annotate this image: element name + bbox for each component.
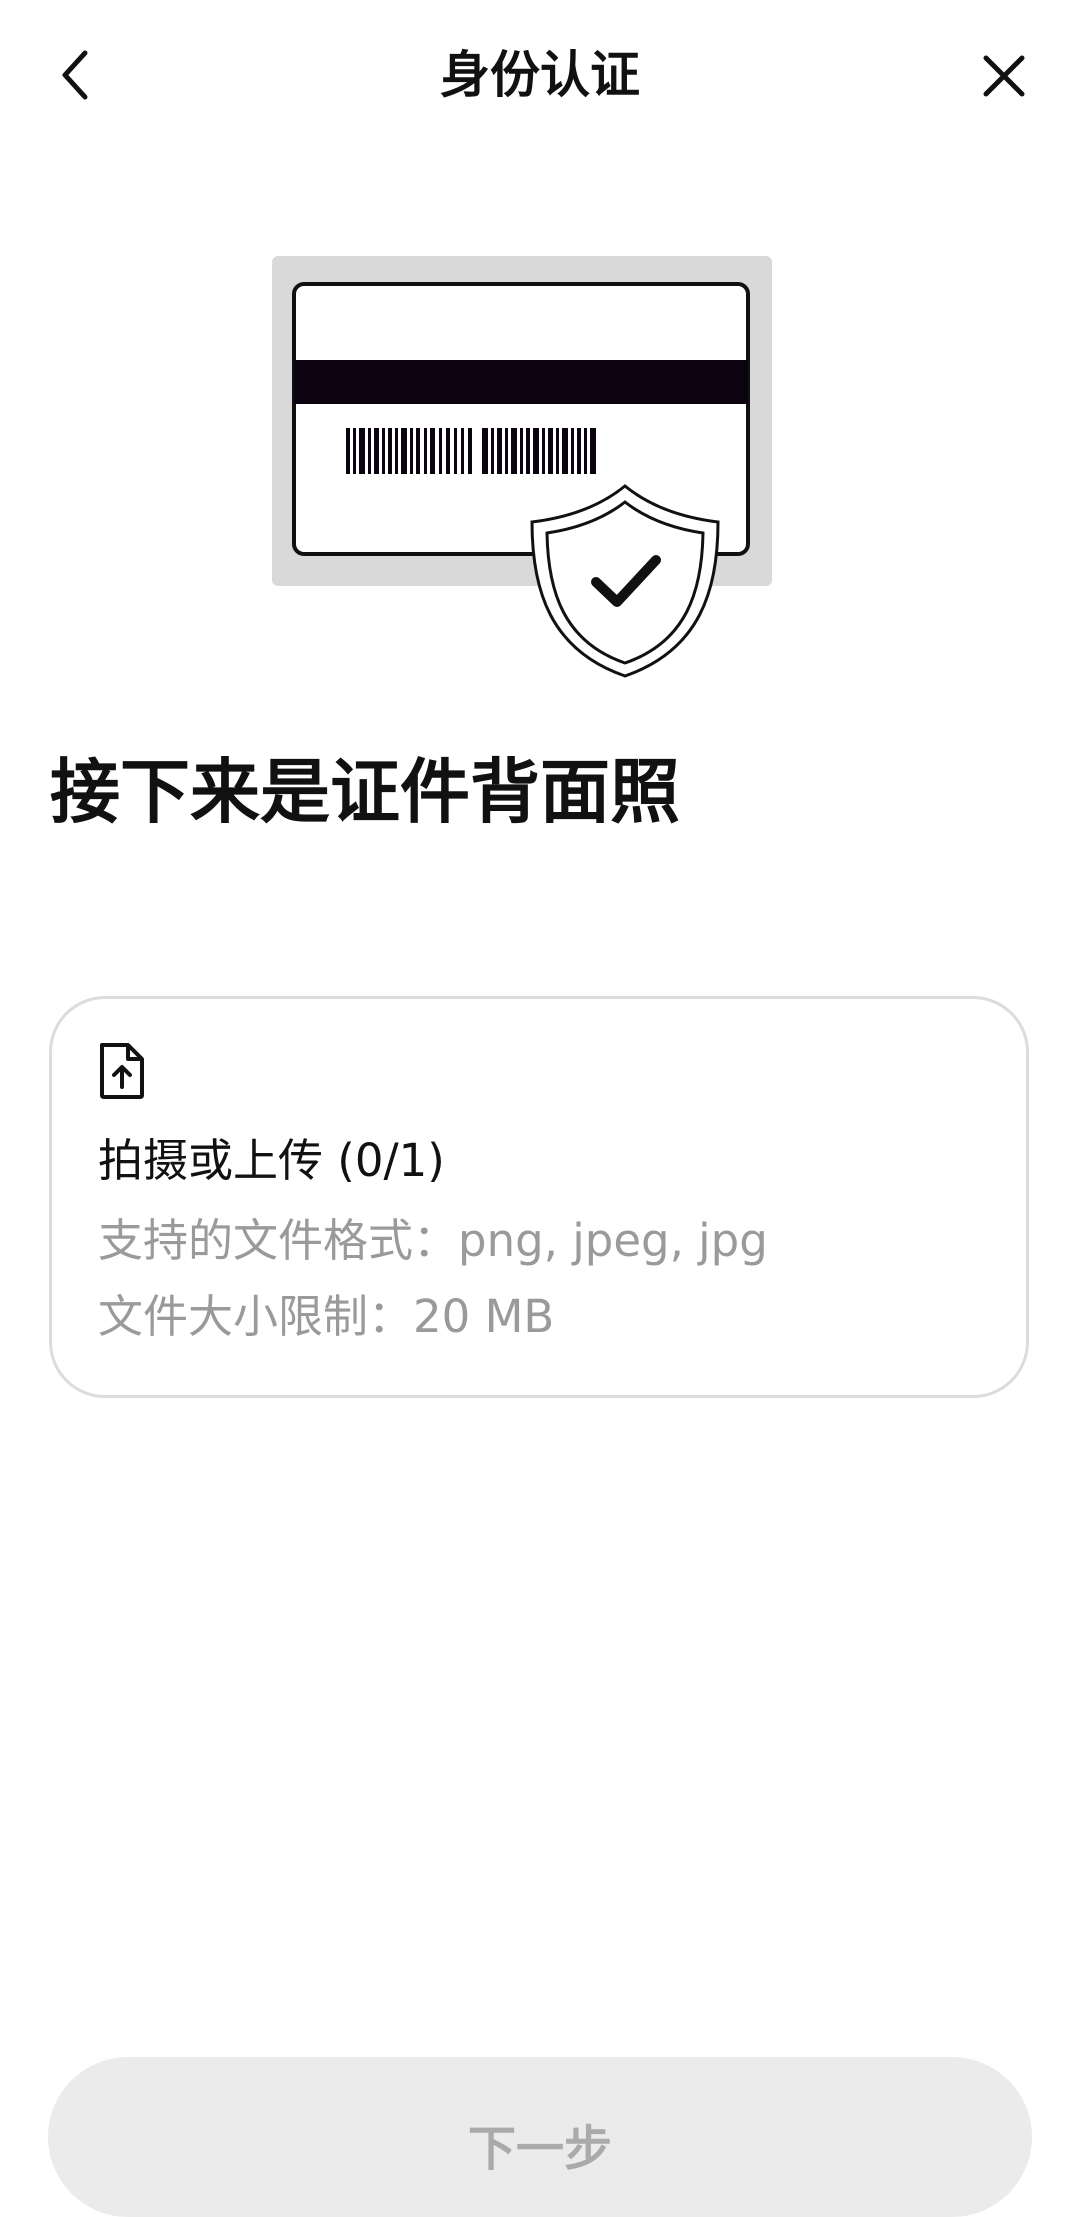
header-bar: 身份认证 xyxy=(0,0,1080,150)
file-size-limit-text: 文件大小限制：20 MB xyxy=(98,1290,555,1343)
file-upload-icon xyxy=(96,1041,148,1101)
barcode-icon xyxy=(346,428,596,474)
close-icon xyxy=(983,55,1025,97)
id-card-back-illustration xyxy=(260,250,840,690)
next-step-button[interactable]: 下一步 xyxy=(48,2057,1032,2217)
upload-title: 拍摄或上传 (0/1) xyxy=(98,1134,445,1187)
supported-formats-text: 支持的文件格式：png, jpeg, jpg xyxy=(98,1214,768,1267)
section-heading: 接下来是证件背面照 xyxy=(50,751,680,833)
magnetic-stripe xyxy=(294,360,748,404)
page-title: 身份认证 xyxy=(440,46,640,104)
upload-card[interactable]: 拍摄或上传 (0/1) 支持的文件格式：png, jpeg, jpg 文件大小限… xyxy=(49,996,1029,1398)
close-button[interactable] xyxy=(968,40,1040,112)
